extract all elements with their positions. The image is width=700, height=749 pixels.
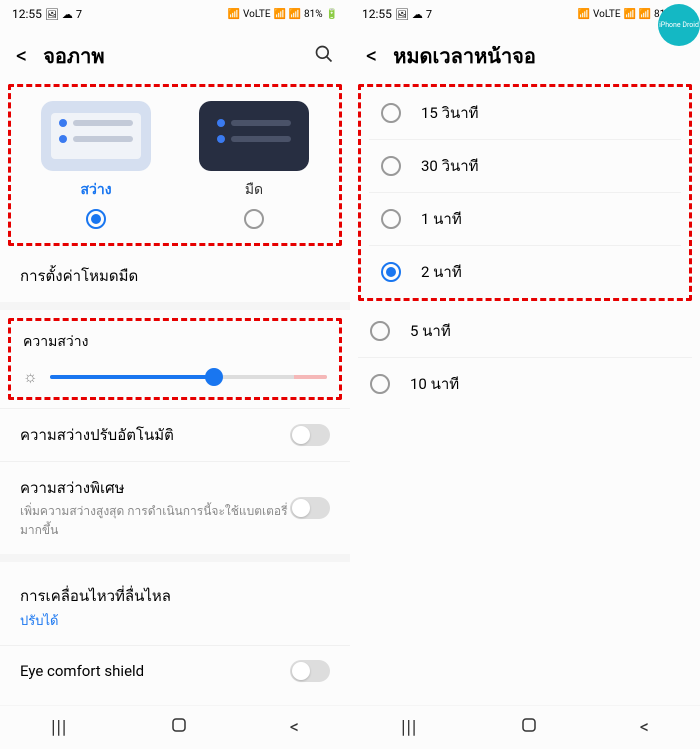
screen-timeout-screen: 12:55 🖼 ☁ 7 📶 VoLTE 📶 📶 81% 🔋 < หมดเวลาห… [350, 0, 700, 749]
status-bar: 12:55 🖼 ☁ 7 📶 VoLTE 📶 📶 81% 🔋 [0, 0, 350, 28]
theme-selector-highlight: สว่าง มืด [8, 84, 342, 246]
light-label: สว่าง [80, 179, 111, 201]
extra-brightness-sub: เพิ่มความสว่างสูงสุด การดำเนินการนี้จะใช… [20, 502, 290, 540]
back-nav-button[interactable]: < [290, 717, 299, 738]
sun-icon: ☼ [23, 367, 38, 387]
home-button[interactable] [520, 716, 538, 739]
battery-icon: 🔋 [326, 9, 338, 20]
theme-option-dark[interactable]: มืด [199, 101, 309, 229]
extra-brightness-toggle[interactable] [290, 497, 330, 519]
status-time: 12:55 [362, 7, 392, 21]
auto-brightness-row: ความสว่างปรับอัตโนมัติ [0, 408, 350, 461]
eye-comfort-toggle[interactable] [290, 660, 330, 682]
timeout-label: 15 วินาที [421, 101, 479, 125]
timeout-option[interactable]: 2 นาที [369, 246, 681, 298]
dark-preview [199, 101, 309, 171]
status-time: 12:55 [12, 7, 42, 21]
search-icon[interactable] [314, 44, 334, 69]
navigation-bar: ||| < [0, 705, 350, 749]
brightness-label: ความสว่าง [23, 331, 327, 353]
extra-brightness-title: ความสว่างพิเศษ [20, 476, 290, 500]
timeout-label: 1 นาที [421, 207, 462, 231]
timeout-label: 5 นาที [410, 319, 451, 343]
timeout-radio[interactable] [381, 262, 401, 282]
motion-link: ปรับได้ [20, 610, 330, 631]
status-bar: 12:55 🖼 ☁ 7 📶 VoLTE 📶 📶 81% 🔋 [350, 0, 700, 28]
app-icon: 7 [426, 8, 432, 21]
timeout-radio[interactable] [370, 374, 390, 394]
light-radio[interactable] [86, 209, 106, 229]
timeout-label: 2 นาที [421, 260, 462, 284]
timeout-option[interactable]: 10 นาที [358, 358, 692, 410]
dark-radio[interactable] [244, 209, 264, 229]
signal-icon: 📶 📶 [274, 9, 301, 20]
wifi-icon: 📶 [578, 9, 590, 20]
brightness-highlight: ความสว่าง ☼ [8, 318, 342, 400]
dark-label: มืด [245, 179, 263, 201]
timeout-label: 10 นาที [410, 372, 459, 396]
wifi-icon: 📶 [228, 9, 240, 20]
back-button[interactable]: < [16, 44, 27, 69]
app-icon: 7 [76, 8, 82, 21]
motion-smoothness-row[interactable]: การเคลื่อนไหวที่ลื่นไหล ปรับได้ [0, 570, 350, 645]
header: < หมดเวลาหน้าจอ [350, 28, 700, 80]
watermark-badge: iPhone Droid [658, 4, 700, 46]
timeout-highlight: 15 วินาที 30 วินาที 1 นาที 2 นาที [358, 84, 692, 301]
light-preview [41, 101, 151, 171]
timeout-option[interactable]: 1 นาที [369, 193, 681, 246]
volte-label: VoLTE [243, 9, 271, 20]
auto-brightness-label: ความสว่างปรับอัตโนมัติ [20, 423, 290, 447]
image-icon: 🖼 [45, 8, 59, 21]
back-nav-button[interactable]: < [640, 717, 649, 738]
timeout-radio[interactable] [370, 321, 390, 341]
back-button[interactable]: < [366, 44, 377, 69]
page-title: จอภาพ [43, 40, 298, 72]
eye-comfort-row: Eye comfort shield [0, 645, 350, 696]
dark-mode-settings-row[interactable]: การตั้งค่าโหมดมืด [0, 250, 350, 302]
brightness-slider[interactable] [50, 367, 327, 387]
timeout-option[interactable]: 15 วินาที [369, 87, 681, 140]
weather-icon: ☁ [412, 8, 423, 21]
timeout-radio[interactable] [381, 156, 401, 176]
timeout-radio[interactable] [381, 209, 401, 229]
timeout-label: 30 วินาที [421, 154, 479, 178]
battery-label: 81% [304, 9, 323, 20]
recent-apps-button[interactable]: ||| [51, 717, 67, 738]
auto-brightness-toggle[interactable] [290, 424, 330, 446]
weather-icon: ☁ [62, 8, 73, 21]
recent-apps-button[interactable]: ||| [401, 717, 417, 738]
theme-option-light[interactable]: สว่าง [41, 101, 151, 229]
timeout-radio[interactable] [381, 103, 401, 123]
home-button[interactable] [170, 716, 188, 739]
image-icon: 🖼 [395, 8, 409, 21]
header: < จอภาพ [0, 28, 350, 80]
page-title: หมดเวลาหน้าจอ [393, 40, 684, 72]
eye-comfort-label: Eye comfort shield [20, 662, 290, 680]
navigation-bar: ||| < [350, 705, 700, 749]
timeout-option[interactable]: 30 วินาที [369, 140, 681, 193]
signal-icon: 📶 📶 [624, 9, 651, 20]
extra-brightness-row: ความสว่างพิเศษ เพิ่มความสว่างสูงสุด การด… [0, 461, 350, 554]
volte-label: VoLTE [593, 9, 621, 20]
display-settings-screen: 12:55 🖼 ☁ 7 📶 VoLTE 📶 📶 81% 🔋 < จอภาพ [0, 0, 350, 749]
timeout-option[interactable]: 5 นาที [358, 305, 692, 358]
